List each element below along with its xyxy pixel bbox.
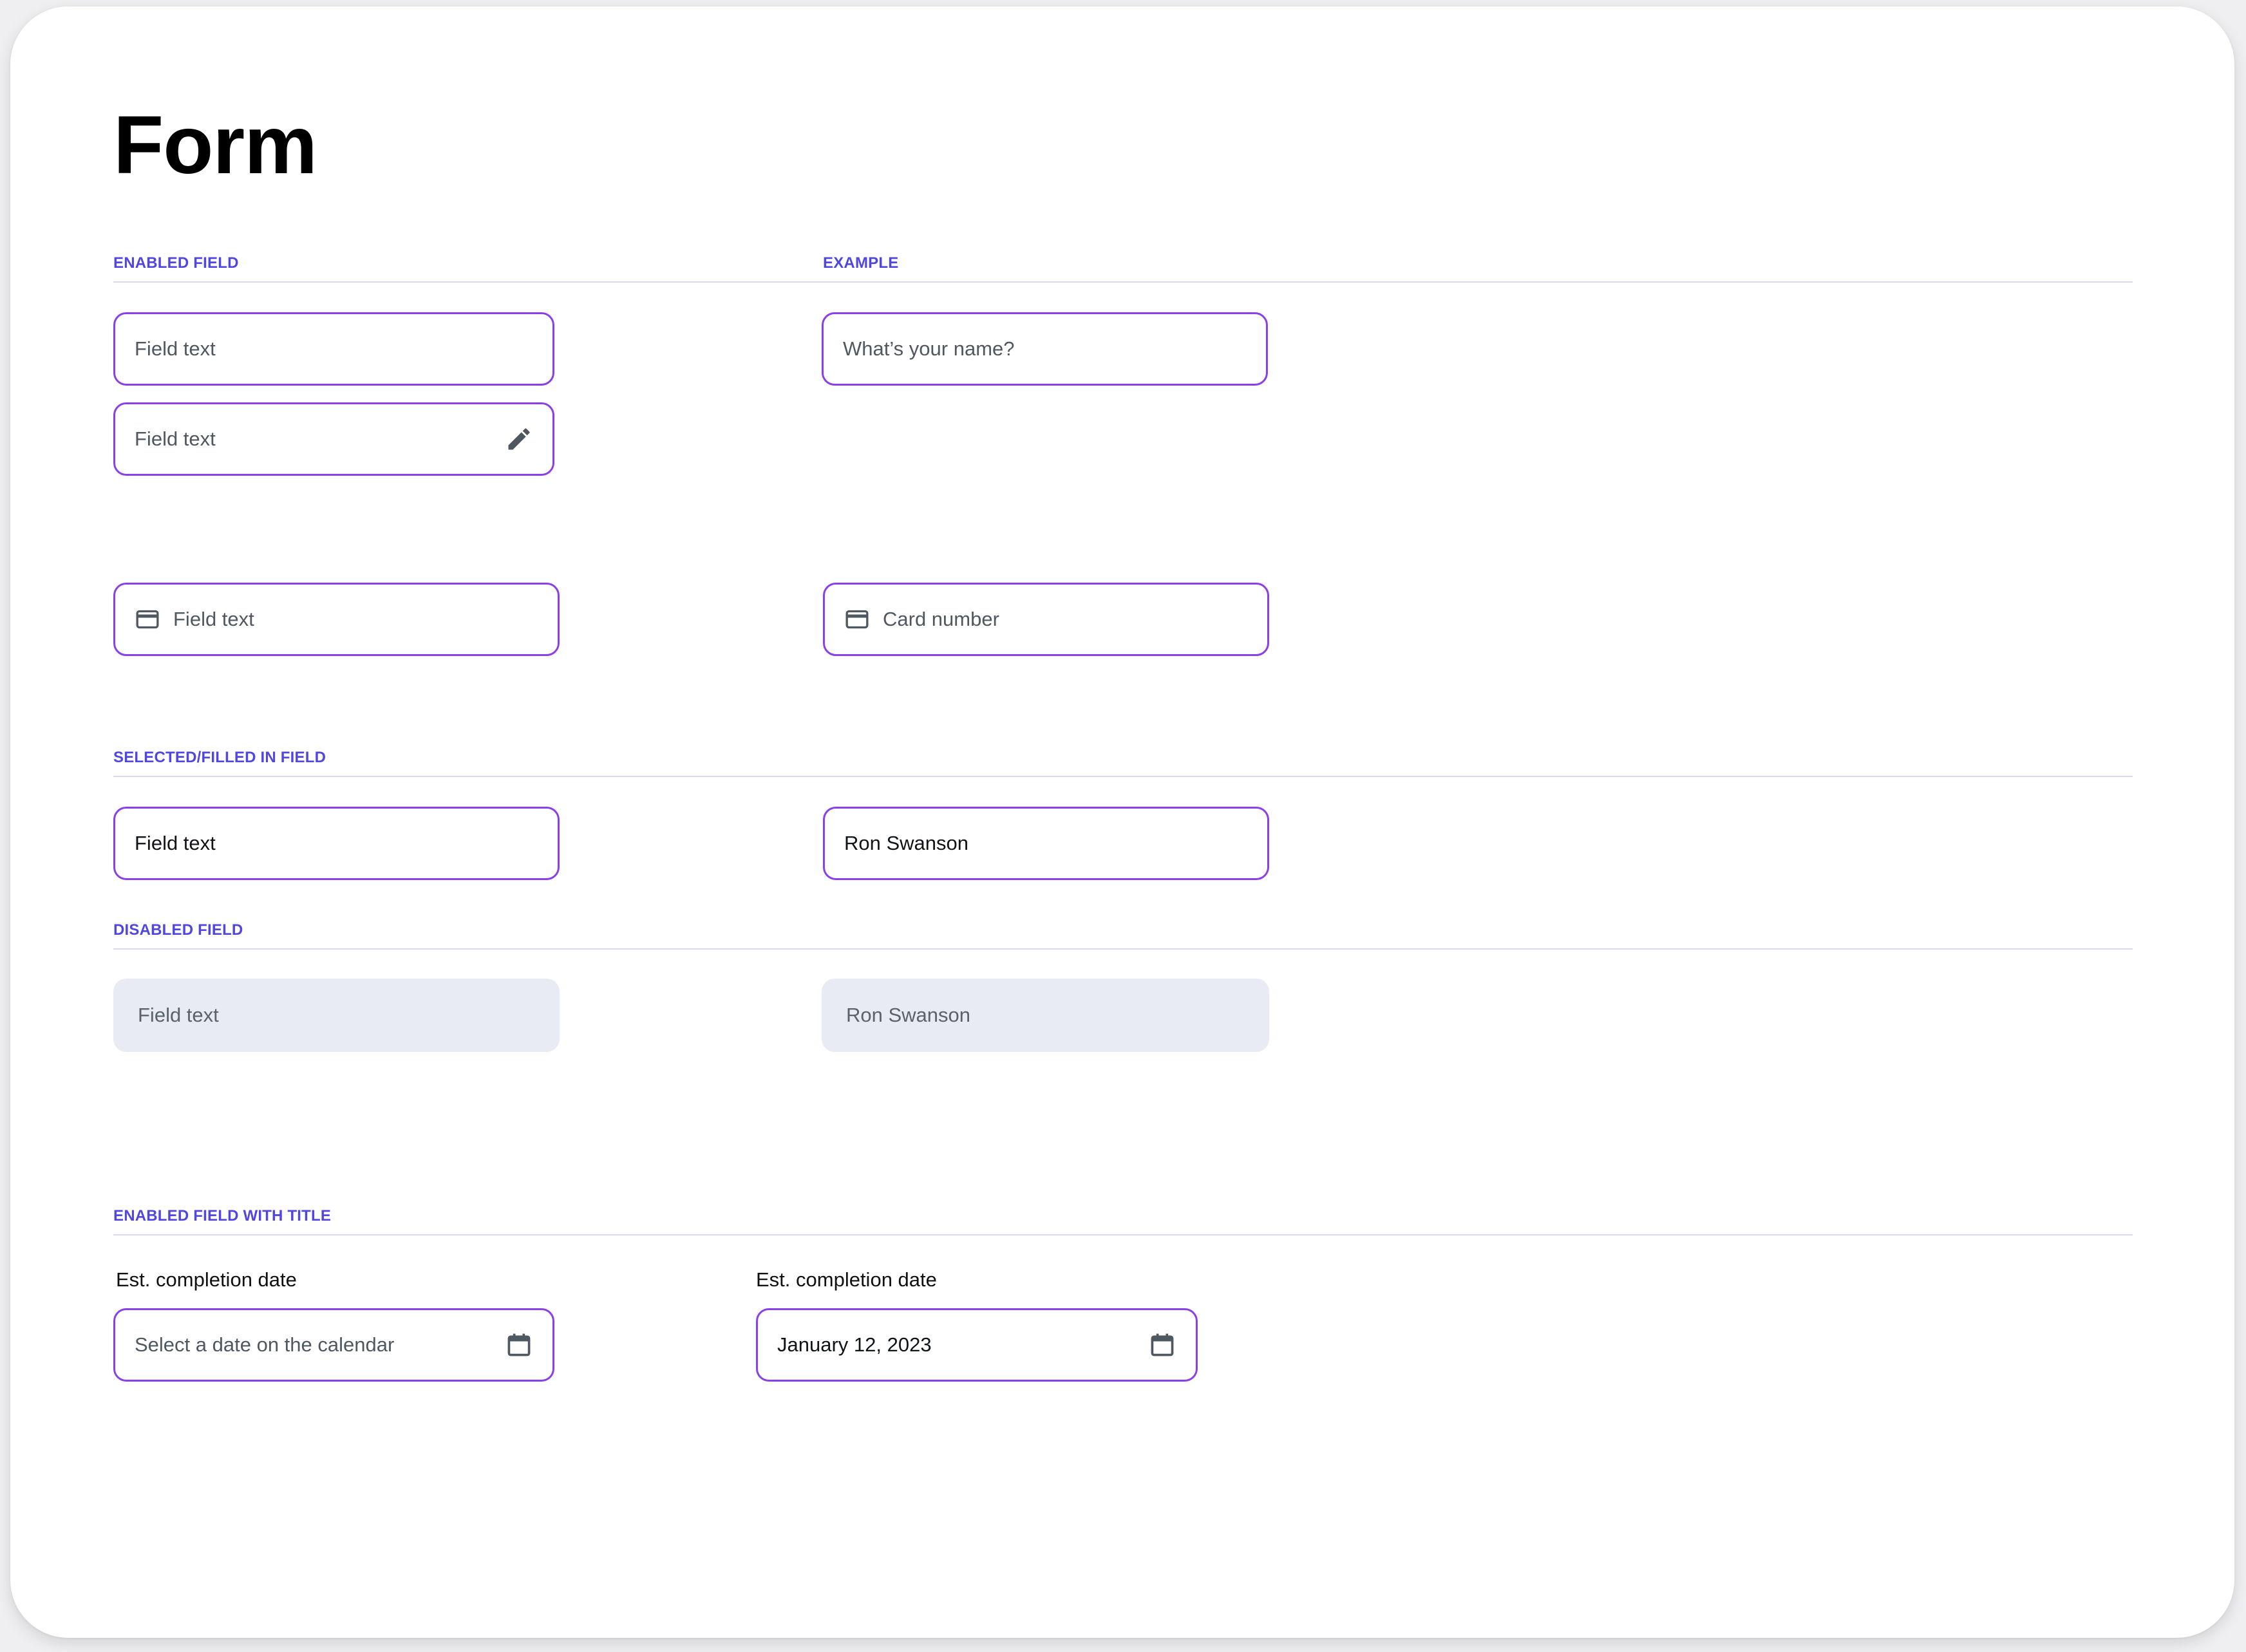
editable-text-field[interactable]: Field text — [113, 402, 554, 476]
section-label-with-title: ENABLED FIELD WITH TITLE — [113, 1207, 332, 1225]
field-text: Card number — [883, 608, 999, 630]
date-picker-field-filled[interactable]: January 12, 2023 — [756, 1308, 1198, 1382]
field-text: Field text — [135, 427, 216, 450]
credit-card-icon — [845, 610, 869, 629]
field-text: Field text — [135, 832, 216, 854]
section-divider — [113, 948, 2133, 950]
page-title: Form — [113, 99, 317, 191]
field-text: Ron Swanson — [844, 832, 969, 854]
field-text: Field text — [135, 337, 216, 360]
date-picker-field[interactable]: Select a date on the calendar — [113, 1308, 554, 1382]
filled-name-field[interactable]: Ron Swanson — [823, 807, 1269, 880]
date-value: January 12, 2023 — [777, 1333, 932, 1356]
section-divider — [113, 1234, 2133, 1235]
credit-card-icon — [136, 610, 159, 629]
section-divider — [113, 281, 2133, 283]
field-text: Field text — [173, 608, 254, 630]
field-title: Est. completion date — [116, 1268, 297, 1291]
field-text: What’s your name? — [843, 337, 1015, 360]
section-label-enabled: ENABLED FIELD — [113, 254, 239, 272]
section-label-disabled: DISABLED FIELD — [113, 921, 243, 939]
disabled-name-field: Ron Swanson — [822, 979, 1269, 1052]
calendar-icon[interactable] — [1148, 1331, 1176, 1359]
name-field[interactable]: What’s your name? — [822, 312, 1268, 386]
section-divider — [113, 776, 2133, 777]
section-label-selected: SELECTED/FILLED IN FIELD — [113, 749, 326, 766]
pencil-icon[interactable] — [505, 425, 533, 453]
disabled-text-field: Field text — [113, 979, 560, 1052]
calendar-icon[interactable] — [505, 1331, 533, 1359]
section-label-example: EXAMPLE — [823, 254, 899, 272]
field-title: Est. completion date — [756, 1268, 937, 1291]
card-number-field[interactable]: Card number — [823, 583, 1269, 656]
filled-text-field[interactable]: Field text — [113, 807, 560, 880]
field-text: Field text — [138, 1004, 219, 1026]
card-field[interactable]: Field text — [113, 583, 560, 656]
text-field[interactable]: Field text — [113, 312, 554, 386]
date-placeholder: Select a date on the calendar — [135, 1333, 395, 1356]
field-text: Ron Swanson — [846, 1004, 971, 1026]
